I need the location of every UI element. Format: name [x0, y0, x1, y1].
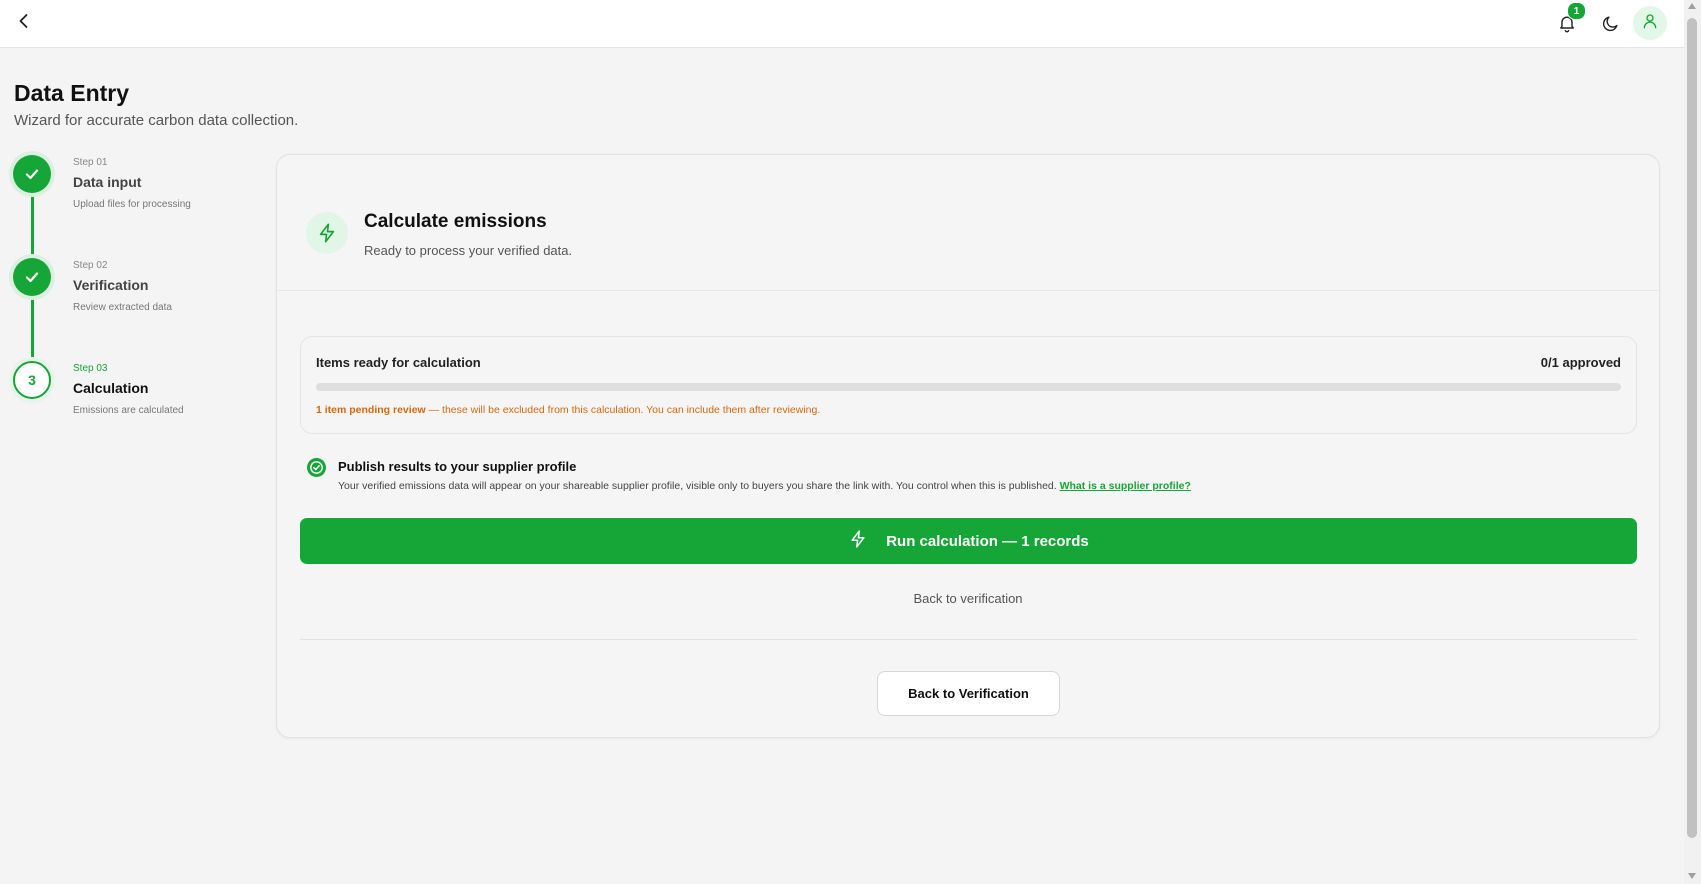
- divider: [277, 290, 1659, 291]
- user-icon: [1641, 12, 1659, 35]
- step-connector: [31, 190, 34, 258]
- divider: [300, 639, 1637, 640]
- step-3-number[interactable]: 3: [13, 361, 51, 399]
- page-subtitle: Wizard for accurate carbon data collecti…: [14, 112, 299, 129]
- scroll-up-arrow-icon[interactable]: [1688, 3, 1696, 9]
- top-bar: 1: [0, 0, 1684, 48]
- publish-check-circle-icon[interactable]: [307, 458, 326, 477]
- step-1-check-icon[interactable]: [13, 155, 51, 193]
- supplier-profile-link[interactable]: What is a supplier profile?: [1060, 480, 1191, 492]
- page-title: Data Entry: [14, 80, 130, 106]
- step-2-check-icon[interactable]: [13, 258, 51, 296]
- pending-explanation: — these will be excluded from this calcu…: [425, 404, 821, 416]
- notification-badge: 1: [1567, 2, 1586, 20]
- step-1-title[interactable]: Data input: [73, 174, 141, 190]
- lightning-icon: [848, 529, 868, 553]
- back-to-verification-link[interactable]: Back to verification: [277, 591, 1659, 606]
- scrollbar-thumb[interactable]: [1687, 18, 1697, 838]
- step-2-kicker: Step 02: [73, 260, 108, 271]
- step-connector: [31, 293, 34, 361]
- step-1-kicker: Step 01: [73, 157, 108, 168]
- publish-title: Publish results to your supplier profile: [338, 459, 577, 474]
- back-to-verification-button[interactable]: Back to Verification: [877, 671, 1060, 716]
- card-title: Calculate emissions: [364, 211, 547, 232]
- lightning-icon: [306, 212, 348, 254]
- step-1-desc: Upload files for processing: [73, 199, 191, 210]
- run-calculation-label: Run calculation — 1 records: [886, 532, 1089, 550]
- card-subtitle: Ready to process your verified data.: [364, 243, 573, 258]
- ready-label: Items ready for calculation: [316, 355, 481, 370]
- ready-summary: Items ready for calculation 0/1 approved…: [300, 336, 1637, 434]
- step-2-title[interactable]: Verification: [73, 277, 148, 293]
- pending-count-text: 1 item pending review: [316, 404, 426, 416]
- moon-icon[interactable]: [1595, 8, 1625, 38]
- back-chevron-icon[interactable]: [14, 11, 34, 31]
- approval-progress-bar: [316, 383, 1621, 391]
- step-3-kicker: Step 03: [73, 363, 108, 374]
- run-calculation-button[interactable]: Run calculation — 1 records: [300, 518, 1637, 564]
- step-3-desc: Emissions are calculated: [73, 405, 184, 416]
- scroll-down-arrow-icon[interactable]: [1688, 873, 1696, 879]
- user-avatar-button[interactable]: [1633, 6, 1667, 40]
- step-2-desc: Review extracted data: [73, 302, 172, 313]
- pending-review-note: 1 item pending review — these will be ex…: [316, 404, 820, 416]
- approved-count: 0/1 approved: [1540, 355, 1621, 370]
- publish-description: Your verified emissions data will appear…: [338, 480, 1191, 492]
- step-3-title[interactable]: Calculation: [73, 380, 148, 396]
- publish-desc-text: Your verified emissions data will appear…: [338, 480, 1060, 492]
- calculation-card: Calculate emissions Ready to process you…: [276, 154, 1660, 738]
